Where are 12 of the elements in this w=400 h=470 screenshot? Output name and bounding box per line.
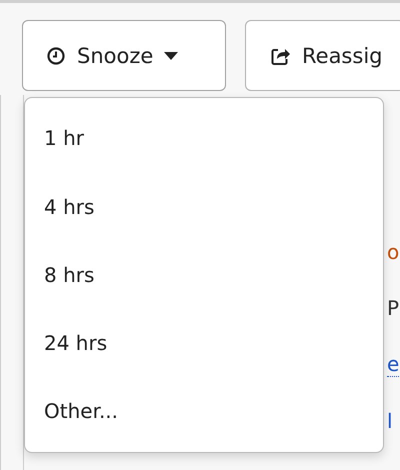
menu-item[interactable]: 24 hrs [25, 314, 383, 382]
menu-item[interactable]: 8 hrs [25, 246, 383, 314]
text-fragment: o [387, 240, 400, 264]
text-fragment: P [387, 296, 400, 320]
menu-item[interactable]: 1 hr [25, 110, 383, 178]
text-fragment[interactable]: e [387, 352, 400, 377]
menu-item[interactable]: Other... [25, 382, 383, 450]
toolbar-button[interactable]: Reassig [245, 20, 400, 91]
toolbar-button[interactable]: Snooze [22, 20, 226, 91]
text-fragment: l [387, 409, 394, 433]
clock-icon [46, 46, 66, 66]
menu-item[interactable]: 4 hrs [25, 178, 383, 246]
